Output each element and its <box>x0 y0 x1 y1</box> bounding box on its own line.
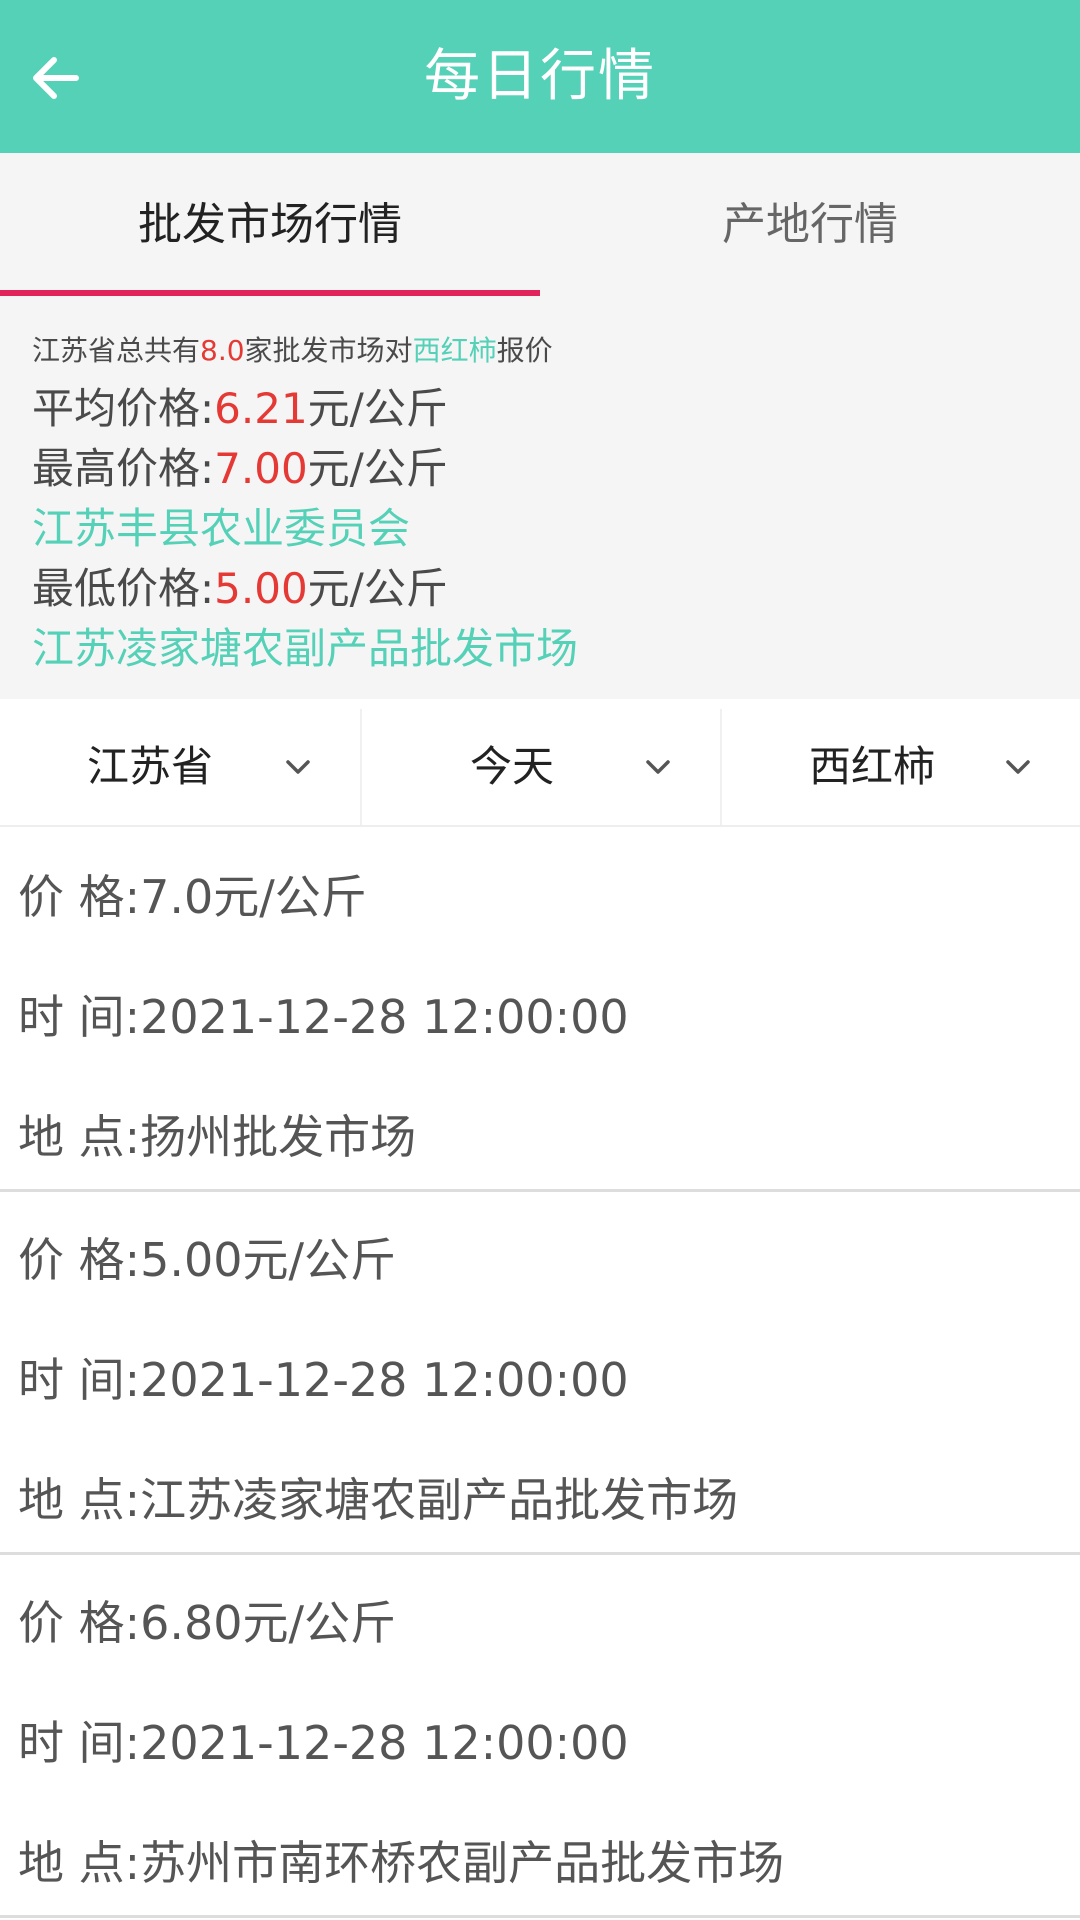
summary-mid: 家批发市场对 <box>244 334 413 367</box>
max-price: 最高价格:7.00元/公斤 <box>32 435 448 496</box>
min-price: 最低价格:5.00元/公斤 <box>32 555 448 616</box>
min-price-label: 最低价格: <box>32 564 215 613</box>
record-time: 时 间:2021-12-28 12:00:00 <box>18 1353 629 1407</box>
app-header: 每日行情 <box>0 0 1080 153</box>
record-price: 价 格:5.00元/公斤 <box>18 1233 397 1287</box>
price-summary: 江苏省总共有8.0家批发市场对西红柿报价 平均价格:6.21元/公斤 最高价格:… <box>0 297 1080 699</box>
list-item[interactable]: 价 格:5.00元/公斤 时 间:2021-12-28 12:00:00 地 点… <box>0 1192 1080 1555</box>
record-price: 价 格:6.80元/公斤 <box>18 1596 397 1650</box>
average-price-value: 6.21 <box>214 384 308 433</box>
chevron-down-icon <box>646 760 670 774</box>
max-price-value: 7.00 <box>214 444 308 493</box>
province-filter-label: 江苏省 <box>86 742 213 791</box>
date-filter[interactable]: 今天 <box>360 709 720 825</box>
record-location: 地 点:扬州批发市场 <box>18 1110 417 1164</box>
record-time: 时 间:2021-12-28 12:00:00 <box>18 990 629 1044</box>
chevron-down-icon <box>286 760 310 774</box>
tab-active-indicator <box>0 290 540 296</box>
summary-product: 西红柿 <box>412 334 497 367</box>
price-record-list: 价 格:7.0元/公斤 时 间:2021-12-28 12:00:00 地 点:… <box>0 829 1080 1918</box>
date-filter-label: 今天 <box>469 742 554 791</box>
province-filter[interactable]: 江苏省 <box>0 709 360 825</box>
min-price-value: 5.00 <box>214 564 308 613</box>
summary-prefix: 江苏省总共有 <box>32 334 201 367</box>
product-filter[interactable]: 西红柿 <box>720 709 1080 825</box>
min-price-unit: 元/公斤 <box>307 564 448 613</box>
tab-wholesale-market[interactable]: 批发市场行情 <box>0 153 540 297</box>
max-price-label: 最高价格: <box>32 444 215 493</box>
max-price-unit: 元/公斤 <box>307 444 448 493</box>
product-filter-label: 西红柿 <box>808 742 935 791</box>
page-title: 每日行情 <box>424 44 656 109</box>
record-location: 地 点:江苏凌家塘农副产品批发市场 <box>18 1473 739 1527</box>
chevron-down-icon <box>1006 760 1030 774</box>
record-location: 地 点:苏州市南环桥农副产品批发市场 <box>18 1836 785 1890</box>
average-price-label: 平均价格: <box>32 384 215 433</box>
min-price-market[interactable]: 江苏凌家塘农副产品批发市场 <box>32 615 578 676</box>
filter-bar: 江苏省 今天 西红柿 <box>0 709 1080 827</box>
average-price-unit: 元/公斤 <box>307 384 448 433</box>
average-price: 平均价格:6.21元/公斤 <box>32 375 448 436</box>
list-item[interactable]: 价 格:6.80元/公斤 时 间:2021-12-28 12:00:00 地 点… <box>0 1555 1080 1918</box>
summary-quote-count: 江苏省总共有8.0家批发市场对西红柿报价 <box>32 329 553 369</box>
max-price-market[interactable]: 江苏丰县农业委员会 <box>32 495 410 556</box>
market-count: 8.0 <box>200 334 245 367</box>
list-item[interactable]: 价 格:7.0元/公斤 时 间:2021-12-28 12:00:00 地 点:… <box>0 829 1080 1192</box>
record-time: 时 间:2021-12-28 12:00:00 <box>18 1716 629 1770</box>
tab-bar: 批发市场行情 产地行情 <box>0 153 1080 297</box>
record-price: 价 格:7.0元/公斤 <box>18 870 367 924</box>
tab-origin-market[interactable]: 产地行情 <box>540 153 1080 297</box>
summary-suffix: 报价 <box>496 334 553 367</box>
